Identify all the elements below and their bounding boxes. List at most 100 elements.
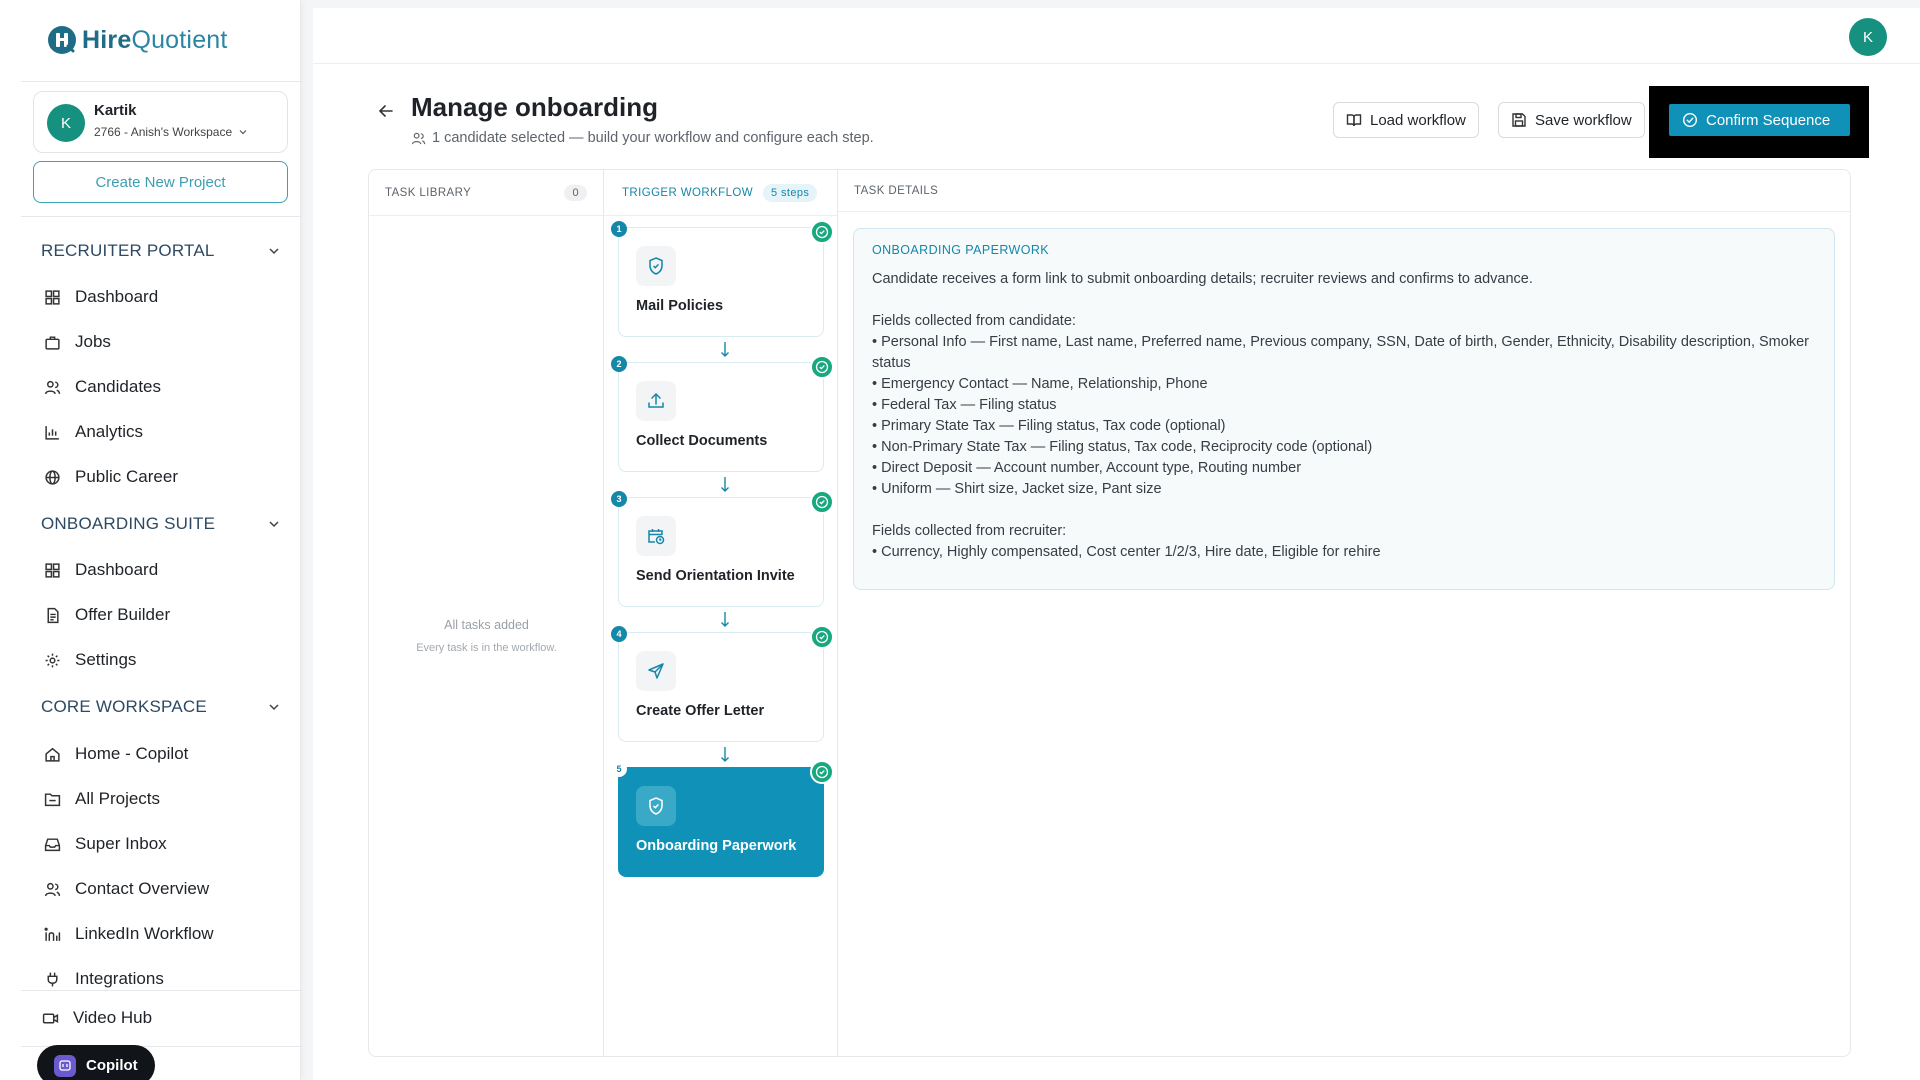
logo-text: HireQuotient <box>82 25 228 54</box>
app-logo[interactable]: HireQuotient <box>46 24 228 56</box>
topbar-divider <box>313 63 1920 64</box>
sidebar-item-jobs[interactable]: Jobs <box>44 330 111 354</box>
sidebar-item-home-copilot[interactable]: Home - Copilot <box>44 742 188 766</box>
candidate-field-item: • Primary State Tax — Filing status, Tax… <box>872 418 1226 434</box>
sidebar-item-onboarding-dashboard[interactable]: Dashboard <box>44 558 158 582</box>
confirm-sequence-label: Confirm Sequence <box>1706 111 1831 129</box>
sidebar-item-label: Analytics <box>75 422 144 441</box>
step-icon-box <box>636 516 676 556</box>
library-empty-subtitle: Every task is in the workflow. <box>416 642 557 654</box>
task-details-header: TASK DETAILS <box>838 170 1850 212</box>
check-circle-icon <box>810 220 834 244</box>
sidebar-item-integrations[interactable]: Integrations <box>44 967 164 991</box>
sidebar-item-label: Candidates <box>75 377 162 396</box>
recruiter-fields-heading: Fields collected from recruiter: <box>872 523 1067 539</box>
users-icon <box>44 380 61 394</box>
section-title: ONBOARDING SUITE <box>41 514 216 533</box>
sidebar-item-settings[interactable]: Settings <box>44 648 136 672</box>
copilot-label: Copilot <box>86 1057 138 1074</box>
sidebar-item-label: Super Inbox <box>75 834 167 853</box>
check-circle-icon <box>810 355 834 379</box>
section-onboarding-suite[interactable]: ONBOARDING SUITE <box>41 514 281 534</box>
shield-icon <box>649 257 663 275</box>
sidebar-item-label: Public Career <box>75 467 178 486</box>
copilot-button[interactable]: Copilot <box>37 1045 155 1080</box>
sidebar-item-all-projects[interactable]: All Projects <box>44 787 160 811</box>
sidebar-item-label: Home - Copilot <box>75 744 189 763</box>
task-library-panel: TASK LIBRARY 0 All tasks added Every tas… <box>369 170 604 1056</box>
task-library-header: TASK LIBRARY 0 <box>369 170 603 216</box>
page-subtitle-text: 1 candidate selected — build your workfl… <box>432 130 874 146</box>
confirm-sequence-highlight: Confirm Sequence <box>1649 86 1869 158</box>
section-core-workspace[interactable]: CORE WORKSPACE <box>41 697 281 717</box>
sidebar-item-label: Settings <box>75 650 137 669</box>
video-icon <box>42 1013 59 1023</box>
sidebar-item-label: Offer Builder <box>75 605 171 624</box>
load-workflow-label: Load workflow <box>1370 111 1466 129</box>
workflow-step-card[interactable]: Create Offer Letter <box>618 632 824 742</box>
chevron-down-icon <box>269 704 279 711</box>
sidebar-item-label: Video Hub <box>73 1008 153 1027</box>
document-icon <box>47 607 59 623</box>
arrow-down-icon <box>721 477 729 492</box>
section-title: RECRUITER PORTAL <box>41 241 215 260</box>
step-label: Send Orientation Invite <box>636 568 795 584</box>
workspace-avatar: K <box>47 104 85 142</box>
step-icon-box <box>636 246 676 286</box>
sidebar-item-offer-builder[interactable]: Offer Builder <box>44 603 170 627</box>
candidate-field-item: • Emergency Contact — Name, Relationship… <box>872 376 1208 392</box>
main-content: K Manage onboarding 1 candidate selected… <box>313 8 1920 1080</box>
copilot-icon <box>54 1054 76 1077</box>
check-circle-icon <box>810 625 834 649</box>
workspace-switcher[interactable]: K Kartik 2766 - Anish's Workspace <box>33 91 288 153</box>
folder-icon <box>44 792 61 806</box>
chevron-down-icon <box>239 130 247 135</box>
sidebar-item-label: All Projects <box>75 789 161 808</box>
save-workflow-button[interactable]: Save workflow <box>1498 102 1645 138</box>
confirm-sequence-button[interactable]: Confirm Sequence <box>1669 104 1850 136</box>
section-title: CORE WORKSPACE <box>41 697 207 716</box>
step-label: Onboarding Paperwork <box>636 838 797 854</box>
sidebar-item-dashboard[interactable]: Dashboard <box>44 285 158 309</box>
step-icon-box <box>636 651 676 691</box>
detail-intro: Candidate receives a form link to submit… <box>872 271 1533 287</box>
step-label: Collect Documents <box>636 433 768 449</box>
sidebar-item-linkedin-workflow[interactable]: LinkedIn Workflow <box>44 922 214 946</box>
dashboard-icon <box>45 562 60 578</box>
back-arrow-icon[interactable] <box>376 101 396 121</box>
step-icon-box <box>636 381 676 421</box>
section-recruiter-portal[interactable]: RECRUITER PORTAL <box>41 241 281 261</box>
divider <box>21 81 302 82</box>
divider <box>21 216 302 217</box>
sidebar-item-label: LinkedIn Workflow <box>75 924 214 943</box>
sidebar-item-label: Dashboard <box>75 560 159 579</box>
sidebar-item-super-inbox[interactable]: Super Inbox <box>44 832 167 856</box>
sidebar-item-analytics[interactable]: Analytics <box>44 420 143 444</box>
workflow-step-card[interactable]: Send Orientation Invite <box>618 497 824 607</box>
workspace-name-text: 2766 - Anish's Workspace <box>94 125 233 139</box>
library-empty-title: All tasks added <box>444 618 529 632</box>
step-label: Mail Policies <box>636 298 724 314</box>
sidebar-item-public-career[interactable]: Public Career <box>44 465 178 489</box>
save-icon <box>1512 113 1526 127</box>
workflow-step-card-active[interactable]: Onboarding Paperwork <box>618 767 824 877</box>
home-icon <box>45 747 60 762</box>
step-number-badge: 2 <box>611 356 627 372</box>
trigger-workflow-panel: TRIGGER WORKFLOW 5 steps Mail Policies 1… <box>604 170 838 1056</box>
step-number-badge: 5 <box>611 761 627 777</box>
user-avatar[interactable]: K <box>1849 18 1887 56</box>
send-icon <box>648 663 664 679</box>
chevron-down-icon <box>269 248 279 255</box>
sidebar-item-candidates[interactable]: Candidates <box>44 375 161 399</box>
create-project-button[interactable]: Create New Project <box>33 161 288 203</box>
sidebar-item-contact-overview[interactable]: Contact Overview <box>44 877 209 901</box>
recruiter-field-item: • Currency, Highly compensated, Cost cen… <box>872 544 1381 560</box>
workflow-step-card[interactable]: Mail Policies <box>618 227 824 337</box>
step-label: Create Offer Letter <box>636 703 765 719</box>
inbox-icon <box>44 837 61 851</box>
load-workflow-button[interactable]: Load workflow <box>1333 102 1479 138</box>
candidate-field-item: • Uniform — Shirt size, Jacket size, Pan… <box>872 481 1162 497</box>
task-library-count: 0 <box>564 184 587 201</box>
workflow-step-card[interactable]: Collect Documents <box>618 362 824 472</box>
sidebar-item-video-hub[interactable]: Video Hub <box>42 1006 152 1030</box>
